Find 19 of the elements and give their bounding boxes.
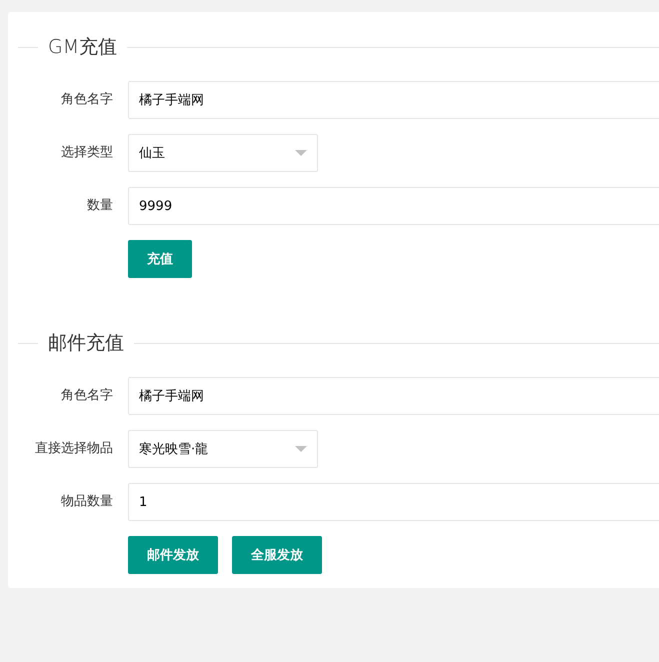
- input-field[interactable]: 1: [128, 483, 659, 521]
- input-field[interactable]: 橘子手端网: [128, 81, 659, 119]
- submit-button[interactable]: 邮件发放: [128, 536, 218, 574]
- field-label: 角色名字: [60, 387, 114, 405]
- section-title: GM充值: [47, 35, 118, 59]
- caret-icon: [295, 150, 307, 156]
- field-label: 角色名字: [60, 91, 114, 109]
- submit-button[interactable]: 全服发放: [232, 536, 322, 574]
- section-title: 邮件充值: [47, 331, 125, 355]
- input-field[interactable]: 9999: [128, 187, 659, 225]
- field-label: 物品数量: [60, 493, 114, 511]
- field-label: 数量: [86, 197, 114, 215]
- input-field[interactable]: 橘子手端网: [128, 377, 659, 415]
- dropdown[interactable]: 仙玉: [128, 134, 318, 172]
- submit-button[interactable]: 充值: [128, 240, 192, 278]
- dropdown[interactable]: 寒光映雪·龍: [128, 430, 318, 468]
- field-label: 选择类型: [60, 144, 114, 162]
- caret-icon: [295, 446, 307, 452]
- field-label: 直接选择物品: [34, 440, 114, 458]
